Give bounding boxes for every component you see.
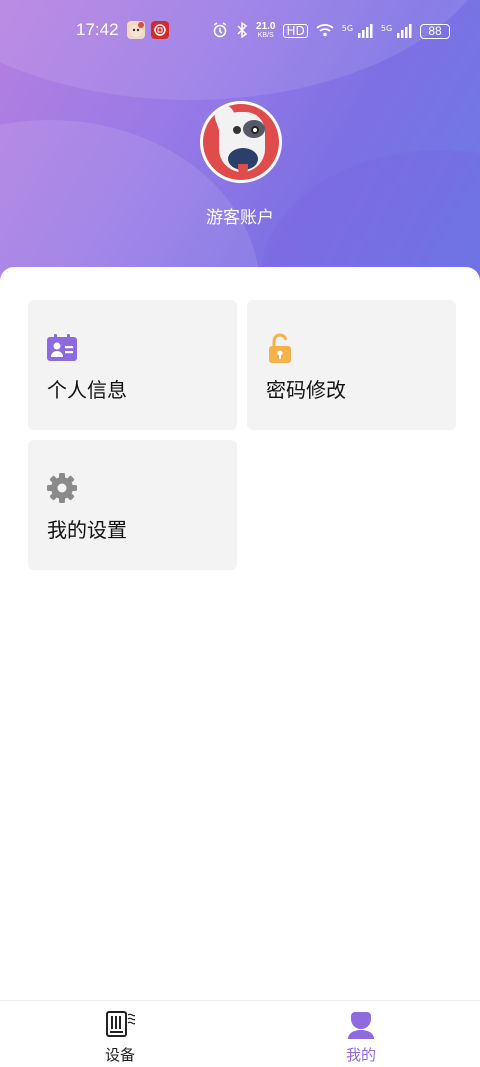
dog-eye <box>233 126 241 134</box>
personal-info-card[interactable]: 个人信息 <box>28 300 237 430</box>
dog-eye <box>251 126 259 134</box>
change-password-label: 密码修改 <box>266 378 346 402</box>
dog-tongue <box>238 164 248 174</box>
battery-indicator: 88 <box>420 23 450 39</box>
profile-header: 17:42 21.0 KB/S HD 5G 5G 88 游客账户 <box>0 0 480 300</box>
tab-devices[interactable]: 设备 <box>60 1001 180 1067</box>
alarm-icon <box>212 21 228 41</box>
network-speed-value: 21.0 <box>256 21 276 32</box>
network-speed: 21.0 KB/S <box>256 22 275 40</box>
header-wave-decoration <box>0 0 480 100</box>
network-speed-unit: KB/S <box>257 32 274 39</box>
change-password-card[interactable]: 密码修改 <box>247 300 456 430</box>
cellular-signal-1: 5G <box>341 23 373 39</box>
username: 游客账户 <box>206 208 274 228</box>
unlock-icon <box>265 332 297 364</box>
personal-info-label: 个人信息 <box>47 378 127 402</box>
wifi-icon <box>316 23 334 40</box>
signal-type-label: 5G <box>380 23 393 33</box>
dog-avatar-icon <box>203 104 279 180</box>
gear-icon <box>46 472 78 504</box>
tab-mine[interactable]: 我的 <box>301 1001 421 1067</box>
avatar[interactable] <box>200 101 282 183</box>
hd-badge: HD <box>283 24 308 38</box>
tab-devices-label: 设备 <box>104 1046 135 1064</box>
my-settings-card[interactable]: 我的设置 <box>28 440 237 570</box>
status-time: 17:42 <box>76 20 119 39</box>
my-settings-label: 我的设置 <box>47 518 127 542</box>
bottom-tab-bar: 设备 我的 <box>0 1000 480 1067</box>
app-notification-icon <box>151 21 169 39</box>
device-icon <box>105 1009 137 1039</box>
status-bar: 17:42 21.0 KB/S HD 5G 5G 88 <box>0 18 480 44</box>
user-icon <box>346 1009 376 1039</box>
tab-mine-label: 我的 <box>345 1046 376 1064</box>
id-card-icon <box>46 332 78 364</box>
status-icons: 21.0 KB/S HD 5G 5G 88 <box>212 18 450 44</box>
app-notification-icon <box>127 21 145 39</box>
bluetooth-icon <box>236 21 248 41</box>
menu-panel: 个人信息 密码修改 我的设置 <box>0 267 480 1007</box>
cellular-signal-2: 5G <box>380 23 412 39</box>
signal-type-label: 5G <box>341 23 354 33</box>
